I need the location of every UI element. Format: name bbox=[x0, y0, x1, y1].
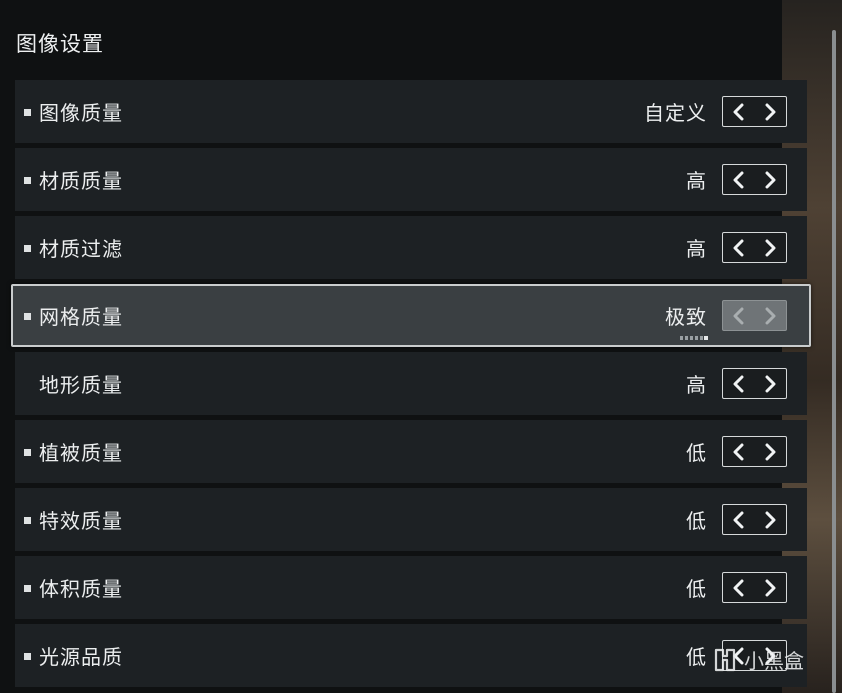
settings-list: 图像质量 自定义 材质质量高材质过滤高网格质量 极致 地形质量高植被质量低特效质量低体积… bbox=[11, 80, 811, 692]
chevron-left-icon[interactable] bbox=[723, 97, 755, 126]
setting-label: 光源品质 bbox=[39, 645, 123, 669]
setting-row[interactable]: 特效质量 低 bbox=[15, 488, 807, 551]
setting-value: 低 bbox=[686, 577, 707, 601]
square-bullet-icon bbox=[24, 449, 31, 456]
setting-row[interactable]: 光源品质 低 bbox=[15, 624, 807, 687]
chevron-left-icon[interactable] bbox=[723, 573, 755, 602]
setting-row[interactable]: 植被质量 低 bbox=[15, 420, 807, 483]
value-stepper bbox=[722, 572, 787, 603]
setting-row[interactable]: 图像质量 自定义 bbox=[15, 80, 807, 143]
watermark-logo-icon bbox=[712, 647, 738, 673]
chevron-right-icon[interactable] bbox=[755, 165, 787, 194]
setting-row[interactable]: 网格质量 极致 bbox=[11, 284, 811, 347]
page-title: 图像设置 bbox=[16, 32, 104, 56]
setting-label: 材质质量 bbox=[39, 169, 123, 193]
value-stepper bbox=[722, 96, 787, 127]
square-bullet-icon bbox=[24, 245, 31, 252]
square-bullet-icon bbox=[24, 109, 31, 116]
setting-value: 自定义 bbox=[644, 101, 707, 125]
chevron-right-icon[interactable] bbox=[755, 233, 787, 262]
setting-label: 材质过滤 bbox=[39, 237, 123, 261]
setting-value: 低 bbox=[686, 509, 707, 533]
watermark-text: 小黑盒 bbox=[744, 649, 804, 673]
scrollbar[interactable] bbox=[832, 30, 836, 693]
chevron-right-icon[interactable] bbox=[755, 437, 787, 466]
square-bullet-icon bbox=[24, 177, 31, 184]
value-stepper bbox=[722, 300, 787, 331]
chevron-left-icon[interactable] bbox=[723, 301, 755, 330]
setting-row[interactable]: 材质质量 高 bbox=[15, 148, 807, 211]
chevron-right-icon[interactable] bbox=[755, 301, 787, 330]
value-stepper bbox=[722, 164, 787, 195]
square-bullet-icon bbox=[24, 585, 31, 592]
square-bullet-icon bbox=[24, 653, 31, 660]
value-stepper bbox=[722, 232, 787, 263]
value-indicator-dots bbox=[680, 336, 708, 340]
setting-label: 地形质量 bbox=[39, 373, 123, 397]
setting-value: 低 bbox=[686, 645, 707, 669]
setting-value: 低 bbox=[686, 441, 707, 465]
setting-label: 网格质量 bbox=[39, 305, 123, 329]
value-stepper bbox=[722, 504, 787, 535]
setting-value: 高 bbox=[686, 373, 707, 397]
chevron-left-icon[interactable] bbox=[723, 505, 755, 534]
setting-value: 高 bbox=[686, 237, 707, 261]
square-bullet-icon bbox=[24, 313, 31, 320]
setting-value: 极致 bbox=[665, 305, 707, 329]
chevron-right-icon[interactable] bbox=[755, 97, 787, 126]
chevron-right-icon[interactable] bbox=[755, 369, 787, 398]
value-stepper bbox=[722, 368, 787, 399]
value-stepper bbox=[722, 436, 787, 467]
chevron-left-icon[interactable] bbox=[723, 233, 755, 262]
chevron-left-icon[interactable] bbox=[723, 369, 755, 398]
setting-value: 高 bbox=[686, 169, 707, 193]
setting-row[interactable]: 地形质量 高 bbox=[15, 352, 807, 415]
chevron-left-icon[interactable] bbox=[723, 437, 755, 466]
setting-label: 体积质量 bbox=[39, 577, 123, 601]
setting-row[interactable]: 体积质量 低 bbox=[15, 556, 807, 619]
setting-label: 图像质量 bbox=[39, 101, 123, 125]
setting-label: 植被质量 bbox=[39, 441, 123, 465]
chevron-right-icon[interactable] bbox=[755, 573, 787, 602]
chevron-right-icon[interactable] bbox=[755, 505, 787, 534]
setting-label: 特效质量 bbox=[39, 509, 123, 533]
setting-row[interactable]: 材质过滤 高 bbox=[15, 216, 807, 279]
chevron-left-icon[interactable] bbox=[723, 165, 755, 194]
square-bullet-icon bbox=[24, 517, 31, 524]
watermark: 小黑盒 bbox=[712, 645, 804, 674]
